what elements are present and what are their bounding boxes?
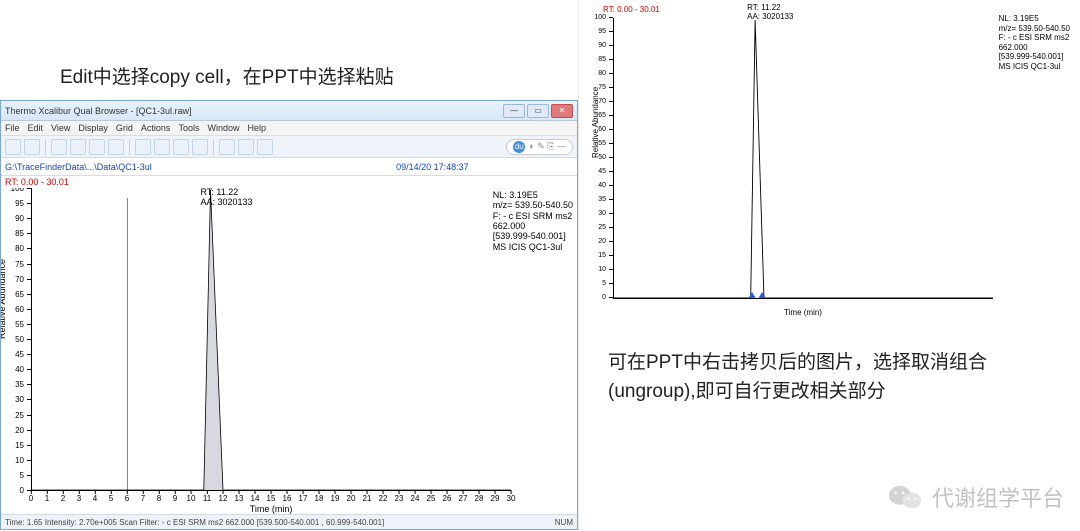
trace-info-box: NL: 3.19E5m/z= 539.50-540.50F: - c ESI S… [999,14,1070,72]
toolbar-button[interactable] [108,139,124,155]
window-titlebar[interactable]: Thermo Xcalibur Qual Browser - [QC1-3ul.… [1,101,577,121]
search-glyphs: ◐ ✎ ⎘ — [529,141,566,152]
rt-range-label: RT: 0.00 - 30.01 [603,5,660,14]
close-button[interactable]: ✕ [551,104,573,118]
toolbar-separator [213,139,214,155]
toolbar-button[interactable] [51,139,67,155]
toolbar-button[interactable] [89,139,105,155]
toolbar: du ◐ ✎ ⎘ — [1,136,577,158]
menu-help[interactable]: Help [247,123,266,133]
instruction-right: 可在PPT中右击拷贝后的图片，选择取消组合 (ungroup),即可自行更改相关… [608,348,987,407]
window-title: Thermo Xcalibur Qual Browser - [QC1-3ul.… [5,106,192,116]
maximize-button[interactable]: ▭ [527,104,549,118]
y-axis-ticks: 0510152025303540455055606570758085909510… [1,188,31,490]
toolbar-button[interactable] [173,139,189,155]
toolbar-button[interactable] [192,139,208,155]
right-column: RT: 0.00 - 30.01 NL: 3.19E5m/z= 539.50-5… [583,0,1080,531]
file-path: G:\TraceFinderData\...\Data\QC1-3ul [5,162,152,172]
wechat-icon [888,483,922,511]
toolbar-button[interactable] [70,139,86,155]
y-axis-ticks: 0510152025303540455055606570758085909510… [587,18,613,298]
menu-edit[interactable]: Edit [28,123,44,133]
peak-annotation: RT: 11.22AA: 3020133 [201,188,253,208]
status-bar: Time: 1.65 Intensity: 2.70e+005 Scan Fil… [1,514,577,529]
chromatogram-trace [31,188,511,490]
toolbar-button[interactable] [24,139,40,155]
pasted-chart: RT: 0.00 - 30.01 NL: 3.19E5m/z= 539.50-5… [583,0,1080,320]
search-box[interactable]: du ◐ ✎ ⎘ — [506,139,573,155]
instruction-left: Edit中选择copy cell，在PPT中选择粘贴 [60,62,394,89]
watermark-text: 代谢组学平台 [932,481,1064,513]
menu-file[interactable]: File [5,123,20,133]
toolbar-button[interactable] [238,139,254,155]
trace-info-box: NL: 3.19E5m/z= 539.50-540.50F: - c ESI S… [493,190,573,252]
window-controls: — ▭ ✕ [503,104,573,118]
plot-axes: 0510152025303540455055606570758085909510… [613,18,993,298]
chromatogram-trace [613,18,993,298]
instruction-right-line1: 可在PPT中右击拷贝后的图片，选择取消组合 [608,348,987,377]
menu-window[interactable]: Window [207,123,239,133]
menu-actions[interactable]: Actions [141,123,171,133]
left-column: Edit中选择copy cell，在PPT中选择粘贴 Thermo Xcalib… [0,0,577,531]
toolbar-button[interactable] [257,139,273,155]
menu-view[interactable]: View [51,123,70,133]
toolbar-button[interactable] [135,139,151,155]
menu-bar: File Edit View Display Grid Actions Tool… [1,121,577,136]
file-timestamp: 09/14/20 17:48:37 [396,162,469,172]
file-info-bar: G:\TraceFinderData\...\Data\QC1-3ul 09/1… [1,158,577,176]
status-left: Time: 1.65 Intensity: 2.70e+005 Scan Fil… [5,518,384,527]
toolbar-button[interactable] [5,139,21,155]
minimize-button[interactable]: — [503,104,525,118]
toolbar-separator [129,139,130,155]
toolbar-button[interactable] [154,139,170,155]
toolbar-button[interactable] [219,139,235,155]
baidu-icon: du [513,141,525,153]
x-axis-label: Time (min) [613,308,993,317]
menu-grid[interactable]: Grid [116,123,133,133]
peak-annotation: RT: 11.22AA: 3020133 [747,4,793,22]
chromatogram-plot[interactable]: Relative Abundance 051015202530354045505… [1,188,577,514]
x-axis-label: Time (min) [31,504,511,514]
watermark: 代谢组学平台 [888,481,1064,513]
rt-range-label: RT: 0.00 - 30.01 [1,176,577,188]
toolbar-separator [45,139,46,155]
menu-tools[interactable]: Tools [178,123,199,133]
menu-display[interactable]: Display [78,123,108,133]
column-divider [578,0,579,531]
status-right: NUM [555,518,573,527]
qual-browser-window: Thermo Xcalibur Qual Browser - [QC1-3ul.… [0,100,578,530]
instruction-right-line2: (ungroup),即可自行更改相关部分 [608,377,987,406]
